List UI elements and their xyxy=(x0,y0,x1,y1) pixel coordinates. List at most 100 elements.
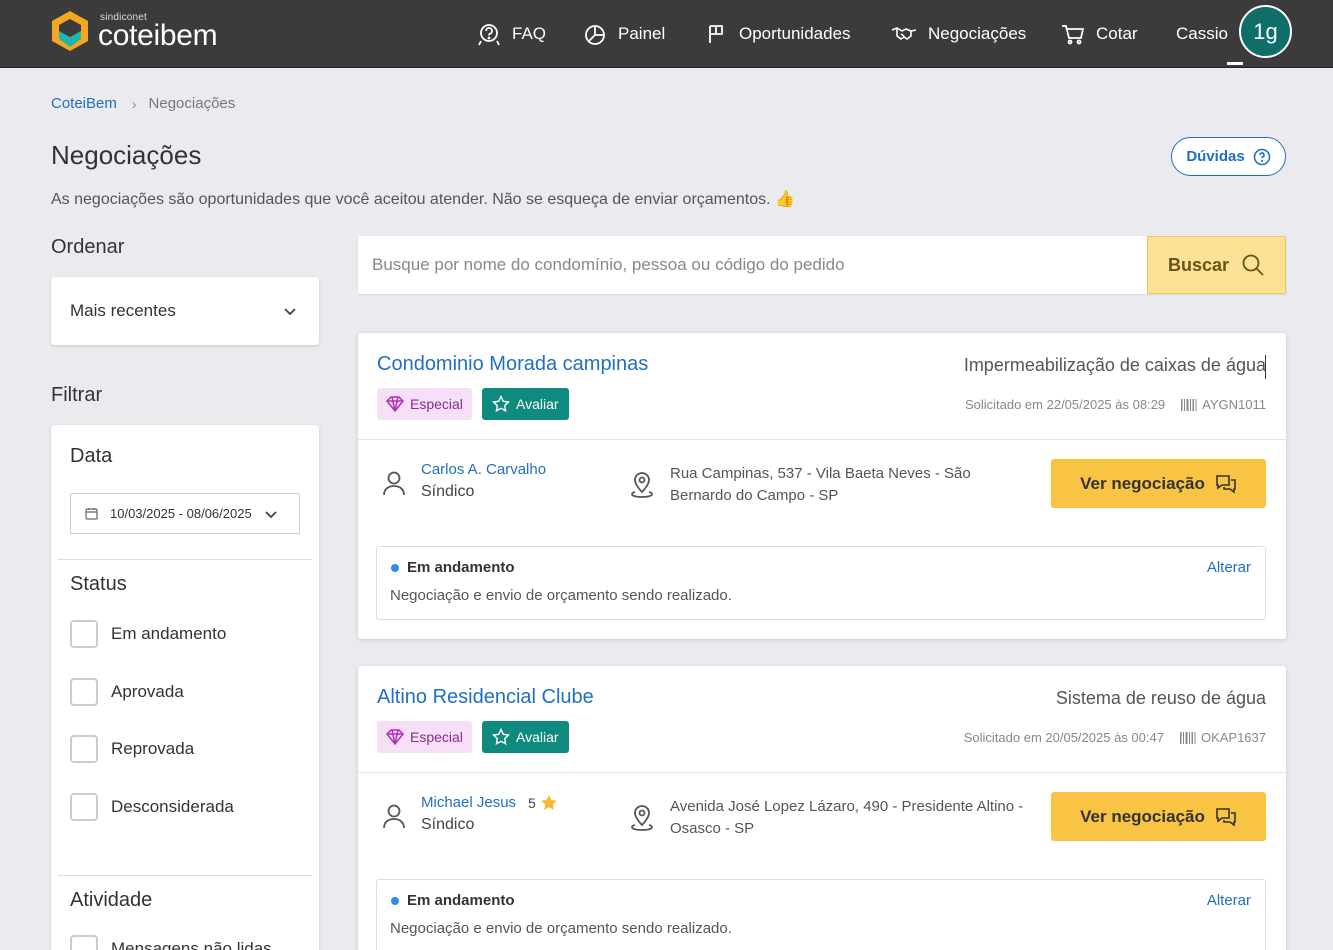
especial-tag-label: Especial xyxy=(410,396,463,412)
card-divider xyxy=(358,772,1286,773)
barcode-icon xyxy=(1179,731,1196,744)
status-checkbox[interactable] xyxy=(70,678,98,706)
nav-negociacoes[interactable]: Negociações xyxy=(890,0,1026,68)
date-range-value: 10/03/2025 - 08/06/2025 xyxy=(110,506,252,521)
coteibem-logo-icon xyxy=(52,11,88,51)
status-option-label: Desconsiderada xyxy=(111,797,234,816)
order-code: AYGN1011 xyxy=(1181,397,1266,412)
negotiation-card: Condominio Morada campinas Impermeabiliz… xyxy=(358,333,1286,639)
order-code-value: AYGN1011 xyxy=(1202,397,1266,412)
avaliar-button[interactable]: Avaliar xyxy=(482,721,569,753)
request-date: Solicitado em 22/05/2025 às 08:29 xyxy=(964,397,1166,412)
order-code: OKAP1637 xyxy=(1179,730,1266,745)
status-checkbox[interactable] xyxy=(70,620,98,648)
breadcrumb: CoteiBem › Negociações xyxy=(51,95,235,112)
sort-select[interactable]: Mais recentes xyxy=(51,277,319,345)
status-description: Negociação e envio de orçamento sendo re… xyxy=(390,920,732,937)
status-dot xyxy=(391,897,399,905)
activity-option-unread[interactable]: Mensagens não lidas xyxy=(70,935,272,950)
location-pin-icon xyxy=(631,472,653,498)
user-avatar[interactable]: 1g xyxy=(1239,5,1292,58)
filter-divider xyxy=(58,559,312,560)
breadcrumb-home[interactable]: CoteiBem xyxy=(51,95,117,112)
activity-filter-heading: Atividade xyxy=(70,889,153,911)
avaliar-button[interactable]: Avaliar xyxy=(482,388,569,420)
status-label: Em andamento xyxy=(407,559,515,576)
chevron-down-icon xyxy=(284,308,296,316)
filter-divider xyxy=(58,875,312,876)
card-divider xyxy=(358,439,1286,440)
faq-icon xyxy=(478,24,500,46)
search-button-label: Buscar xyxy=(1167,254,1230,275)
condominium-address: Rua Campinas, 537 - Vila Baeta Neves - S… xyxy=(670,465,971,504)
nav-oportunidades[interactable]: Oportunidades xyxy=(705,0,851,68)
chat-bubbles-icon xyxy=(1216,807,1236,827)
especial-tag: Especial xyxy=(377,721,472,753)
nav-cotar-label: Cotar xyxy=(1096,24,1138,43)
view-negotiation-button[interactable]: Ver negociação xyxy=(1051,459,1266,508)
activity-option-label: Mensagens não lidas xyxy=(111,939,272,950)
filter-panel: Data 10/03/2025 - 08/06/2025 Status Em a… xyxy=(51,425,319,950)
change-status-link[interactable]: Alterar xyxy=(1207,892,1251,909)
activity-checkbox[interactable] xyxy=(70,935,98,950)
user-menu-indicator xyxy=(1227,62,1243,65)
calendar-icon xyxy=(85,508,98,520)
view-negotiation-button[interactable]: Ver negociação xyxy=(1051,792,1266,841)
contact-name[interactable]: Carlos A. Carvalho xyxy=(421,461,546,478)
view-negotiation-label: Ver negociação xyxy=(1080,806,1205,826)
nav-cotar[interactable]: Cotar xyxy=(1060,0,1138,68)
change-status-link[interactable]: Alterar xyxy=(1207,559,1251,576)
help-button-label: Dúvidas xyxy=(1186,148,1245,165)
text-cursor xyxy=(1265,355,1266,379)
contact-role: Síndico xyxy=(421,816,475,833)
especial-tag-label: Especial xyxy=(410,729,463,745)
status-option-em-andamento[interactable]: Em andamento xyxy=(70,620,226,648)
view-negotiation-label: Ver negociação xyxy=(1080,473,1205,493)
status-option-desconsiderada[interactable]: Desconsiderada xyxy=(70,793,234,821)
order-code-value: OKAP1637 xyxy=(1200,730,1266,745)
status-option-aprovada[interactable]: Aprovada xyxy=(70,678,184,706)
status-box: Em andamento Alterar Negociação e envio … xyxy=(376,879,1266,950)
avaliar-button-label: Avaliar xyxy=(516,396,559,412)
chat-bubbles-icon xyxy=(1216,474,1236,494)
nav-negociacoes-label: Negociações xyxy=(928,24,1027,43)
shopping-cart-icon xyxy=(1062,25,1085,45)
sort-heading: Ordenar xyxy=(51,236,125,258)
filter-heading: Filtrar xyxy=(51,384,103,406)
card-condominium-title[interactable]: Altino Residencial Clube xyxy=(377,686,594,709)
contact-rating: 5 xyxy=(528,794,558,812)
date-filter-heading: Data xyxy=(70,445,113,467)
card-meta: Solicitado em 20/05/2025 às 00:47 OKAP16… xyxy=(964,730,1266,745)
date-range-picker[interactable]: 10/03/2025 - 08/06/2025 xyxy=(70,493,300,534)
user-name[interactable]: Cassio xyxy=(1176,0,1228,68)
nav-painel[interactable]: Painel xyxy=(582,0,665,68)
contact-name[interactable]: Michael Jesus xyxy=(421,794,516,811)
status-checkbox[interactable] xyxy=(70,735,98,763)
breadcrumb-current: Negociações xyxy=(148,95,236,112)
star-filled-icon xyxy=(540,795,557,810)
status-option-label: Aprovada xyxy=(111,682,184,701)
star-outline-icon xyxy=(492,395,510,413)
rating-value: 5 xyxy=(528,795,536,811)
location-pin-icon xyxy=(631,805,653,831)
help-button[interactable]: Dúvidas xyxy=(1171,137,1286,176)
user-icon xyxy=(383,471,405,496)
card-condominium-title[interactable]: Condominio Morada campinas xyxy=(377,353,648,376)
contact-role: Síndico xyxy=(421,483,475,500)
pie-chart-icon xyxy=(585,25,605,45)
brand-name: coteibem xyxy=(98,19,218,52)
handshake-icon xyxy=(891,27,917,40)
negotiation-card: Altino Residencial Clube Sistema de reus… xyxy=(358,666,1286,950)
status-box: Em andamento Alterar Negociação e envio … xyxy=(376,546,1266,620)
brand-logo[interactable]: sindiconet coteibem xyxy=(50,9,248,53)
search-button[interactable]: Buscar xyxy=(1147,236,1286,294)
avaliar-button-label: Avaliar xyxy=(516,729,559,745)
status-checkbox[interactable] xyxy=(70,793,98,821)
status-option-reprovada[interactable]: Reprovada xyxy=(70,735,194,763)
status-filter-heading: Status xyxy=(70,573,127,595)
nav-faq-label: FAQ xyxy=(512,24,547,43)
nav-faq[interactable]: FAQ xyxy=(476,0,546,68)
breadcrumb-separator-icon: › xyxy=(131,95,137,112)
search-input[interactable] xyxy=(358,236,1146,294)
sort-select-value: Mais recentes xyxy=(70,301,176,320)
